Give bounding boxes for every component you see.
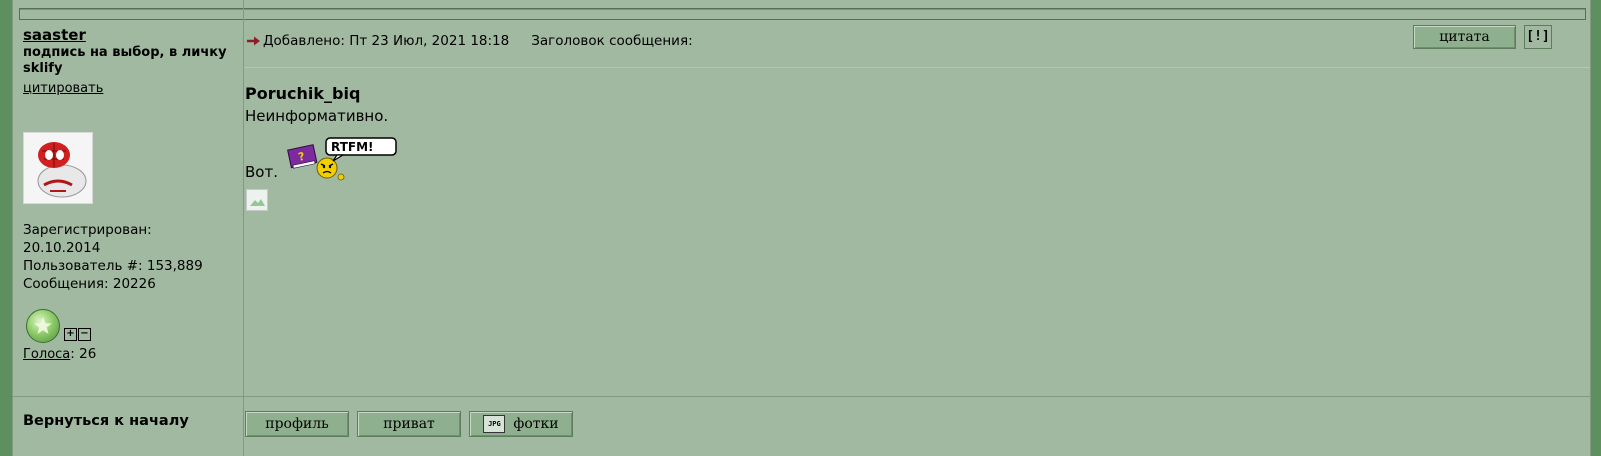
- votes-link[interactable]: Голоса: [23, 347, 70, 362]
- post-arrow-icon: [247, 36, 260, 46]
- quote-button[interactable]: цитата: [1413, 25, 1516, 49]
- column-divider: [243, 0, 244, 456]
- profile-button[interactable]: профиль: [245, 411, 349, 437]
- jpg-icon: JPG: [483, 415, 506, 433]
- vote-plus-icon[interactable]: +: [64, 328, 77, 341]
- message-count: Сообщения: 20226: [23, 276, 156, 292]
- forum-post-frame: saaster подпись на выбор, в личку sklify…: [12, 0, 1591, 456]
- votes-value: : 26: [70, 346, 97, 362]
- top-bar: [19, 8, 1586, 20]
- broken-image-icon: [246, 189, 268, 211]
- author-signature: подпись на выбор, в личку sklify: [23, 45, 227, 76]
- author-panel: saaster подпись на выбор, в личку sklify…: [23, 26, 238, 96]
- post-action-buttons: профиль приват JPG фотки: [245, 411, 581, 437]
- post-text-line: Неинформативно.: [245, 107, 389, 125]
- vote-minus-icon[interactable]: −: [78, 328, 91, 341]
- votes: Голоса: 26: [23, 346, 96, 362]
- photos-button[interactable]: JPG фотки: [469, 411, 573, 437]
- author-stats: Зарегистрирован: 20.10.2014 Пользователь…: [23, 221, 203, 293]
- post-date: Добавлено: Пт 23 Июл, 2021 18:18: [263, 33, 510, 49]
- rank-star-icon: [26, 309, 60, 343]
- photos-label: фотки: [513, 416, 559, 432]
- avatar[interactable]: [23, 132, 93, 204]
- rtfm-smiley-icon: ? RTFM!: [287, 137, 397, 181]
- user-number: Пользователь #: 153,889: [23, 258, 203, 274]
- post-body: Poruchik_biq Неинформативно.: [245, 84, 388, 127]
- quote-link[interactable]: цитировать: [23, 81, 103, 96]
- footer-divider: [13, 396, 1590, 397]
- quoted-author: Poruchik_biq: [245, 84, 361, 103]
- header-divider: [244, 67, 1590, 68]
- post-header: Добавлено: Пт 23 Июл, 2021 18:18 Заголов…: [246, 33, 693, 49]
- registered-label: Зарегистрирован:: [23, 222, 152, 238]
- report-button[interactable]: [!]: [1524, 25, 1552, 49]
- post-text-line: Вот.: [245, 163, 278, 181]
- spiderman-avatar-icon: [24, 133, 92, 203]
- registered-date: 20.10.2014: [23, 240, 101, 256]
- private-message-button[interactable]: приват: [357, 411, 461, 437]
- back-to-top-link[interactable]: Вернуться к началу: [23, 413, 189, 429]
- username-link[interactable]: saaster: [23, 26, 238, 44]
- vote-buttons: + −: [64, 328, 92, 341]
- svg-text:RTFM!: RTFM!: [331, 140, 374, 154]
- post-subject-label: Заголовок сообщения:: [531, 33, 693, 49]
